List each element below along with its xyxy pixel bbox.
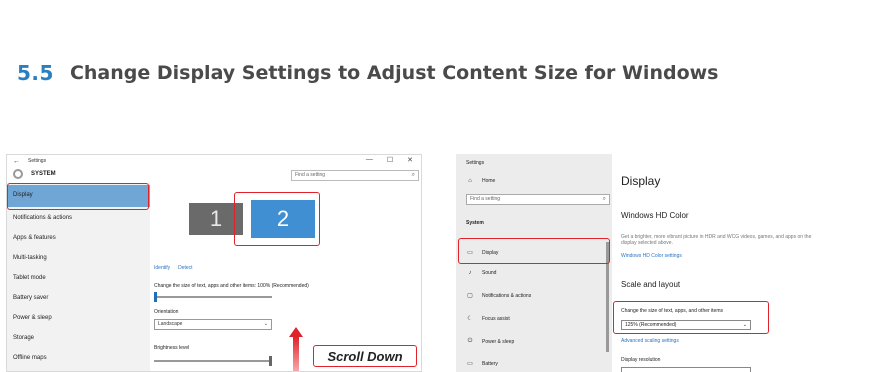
search-input[interactable]: Find a setting ⌕ [291,170,419,181]
right-settings-screenshot: Settings ⌂ Home Find a setting ⌕ System … [456,154,870,372]
section-heading: 5.5 Change Display Settings to Adjust Co… [17,58,719,88]
speaker-icon: ♪ [468,270,472,276]
title-bar: ← Settings — ☐ ✕ [7,155,421,167]
sidebar-item-tablet-mode[interactable]: Tablet mode [13,275,46,281]
section-title: Change Display Settings to Adjust Conten… [69,62,719,84]
sidebar-item-label: Sound [482,270,497,276]
power-icon: ⏻ [467,338,473,344]
notifications-icon: ▢ [467,293,473,299]
sidebar-item-notifications[interactable]: Notifications & actions [13,215,72,221]
sidebar-item-focus-assist[interactable]: ☾ Focus assist [466,315,510,323]
brightness-label: Brightness level [154,345,190,351]
sidebar-item-offline-maps[interactable]: Offline maps [13,355,47,361]
home-label: Home [482,178,496,184]
back-arrow-icon[interactable]: ← [13,158,20,165]
brightness-slider[interactable] [154,356,272,366]
monitor-highlight-box [234,192,320,246]
sidebar: Display Notifications & actions Apps & f… [7,183,150,371]
moon-icon: ☾ [467,316,473,322]
hd-color-description: Get a brighter, more vibrant picture in … [621,234,812,246]
system-header: SYSTEM [13,169,56,179]
chevron-down-icon: ⌄ [263,321,268,327]
brightness-slider-thumb[interactable] [269,356,272,366]
hd-color-settings-link[interactable]: Windows HD Color settings [621,253,682,259]
system-label: SYSTEM [31,171,56,177]
sidebar-item-multitasking[interactable]: Multi-tasking [13,255,47,261]
scroll-arrow-icon [289,327,303,371]
close-icon[interactable]: ✕ [407,156,413,164]
battery-icon: ▭ [467,361,473,367]
search-icon: ⌕ [411,172,415,178]
orientation-select[interactable]: Landscape ⌄ [154,319,272,330]
scale-slider[interactable] [154,292,272,302]
resolution-select[interactable] [621,367,751,372]
orientation-value: Landscape [158,321,183,327]
search-icon: ⌕ [602,196,606,202]
search-placeholder: Find a setting [470,196,501,202]
scale-layout-heading: Scale and layout [621,280,681,289]
resolution-label: Display resolution [621,357,661,363]
scroll-down-callout: Scroll Down [313,345,417,367]
app-title: Settings [466,160,485,166]
sidebar-item-label: Notifications & actions [482,292,532,299]
sidebar-item-label: Power & sleep [482,338,515,345]
sidebar-item-power-sleep[interactable]: Power & sleep [13,315,52,321]
advanced-scaling-link[interactable]: Advanced scaling settings [621,338,679,344]
app-title: Settings [28,158,47,164]
display-highlight-box [7,183,149,210]
detect-link[interactable]: Detect [178,265,192,271]
sidebar-item-battery-saver[interactable]: Battery saver [13,295,48,301]
main-content: Display Windows HD Color Get a brighter,… [612,154,870,372]
gear-icon [13,169,23,179]
identify-link[interactable]: Identify [154,265,170,271]
maximize-icon[interactable]: ☐ [387,156,393,164]
scale-label: Change the size of text, apps and other … [154,283,309,289]
sidebar-item-label: Focus assist [482,315,510,322]
window-controls: — ☐ ✕ [366,156,413,164]
page-title: Display [621,174,661,188]
orientation-label: Orientation [154,309,179,315]
display-highlight-box [458,238,610,264]
sidebar-item-power-sleep[interactable]: ⏻ Power & sleep [466,338,515,345]
sidebar-item-battery[interactable]: ▭ Battery [466,360,498,368]
minimize-icon[interactable]: — [366,156,373,164]
system-section-label: System [466,220,484,226]
sidebar-item-label: Battery [482,360,498,367]
home-nav-item[interactable]: ⌂ Home [466,178,495,184]
sidebar-item-apps[interactable]: Apps & features [13,235,56,241]
hd-color-heading: Windows HD Color [621,211,689,220]
search-input[interactable]: Find a setting ⌕ [466,194,610,205]
sidebar-item-sound[interactable]: ♪ Sound [466,270,497,276]
section-number: 5.5 [17,61,54,85]
sidebar-item-storage[interactable]: Storage [13,335,34,341]
home-icon: ⌂ [468,178,472,184]
scale-highlight-box [613,301,769,334]
left-settings-screenshot: ← Settings — ☐ ✕ SYSTEM Find a setting ⌕… [6,154,422,372]
search-placeholder: Find a setting [295,172,326,178]
scale-slider-thumb[interactable] [154,292,157,302]
sidebar-item-notifications[interactable]: ▢ Notifications & actions [466,292,532,300]
monitor-links: Identify Detect [154,265,193,271]
